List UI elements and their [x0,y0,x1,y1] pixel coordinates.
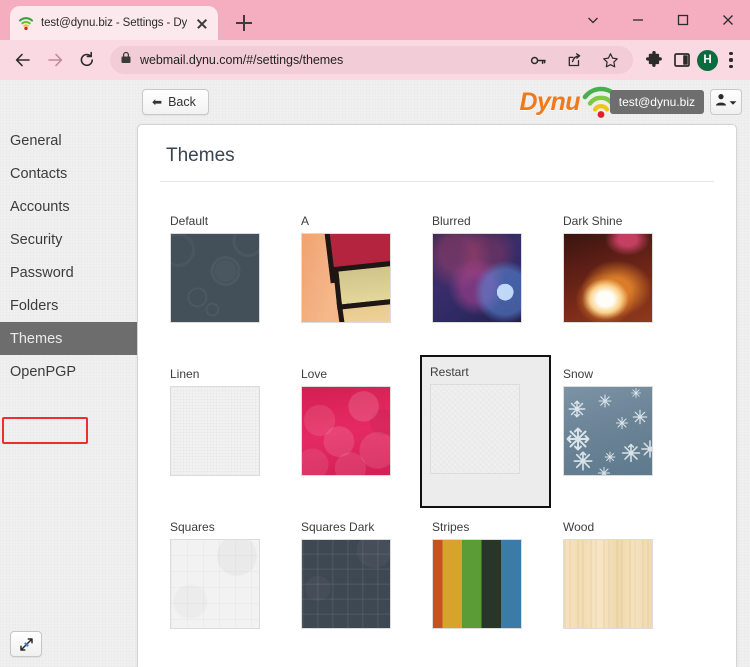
browser-tab[interactable]: test@dynu.biz - Settings - Dynu \ [10,6,218,40]
new-tab-button[interactable] [230,9,258,37]
sidebar-item-label: Folders [10,297,59,314]
lock-icon [120,51,132,69]
wifi-icon [18,15,34,31]
theme-label: A [301,214,310,228]
browser-toolbar: webmail.dynu.com/#/settings/themes H [0,40,750,80]
sidebar-item-password[interactable]: Password [0,256,137,289]
sidebar-item-contacts[interactable]: Contacts [0,157,137,190]
user-icon [715,93,727,111]
theme-thumbnail[interactable] [170,386,260,476]
user-menu-button[interactable] [710,89,742,115]
theme-option-squares-dark[interactable]: Squares Dark [291,510,422,663]
account-chip[interactable]: test@dynu.biz [609,90,704,114]
sidebar-item-security[interactable]: Security [0,223,137,256]
theme-thumbnail[interactable] [430,384,520,474]
sidebar-item-label: Accounts [10,198,70,215]
reload-icon[interactable] [72,45,102,75]
theme-thumbnail[interactable] [432,233,522,323]
theme-option-blurred[interactable]: Blurred [422,204,553,357]
theme-thumbnail[interactable] [301,386,391,476]
page-viewport: ⬅ Back Dynu test@dynu.biz General Contac… [0,80,750,667]
extensions-puzzle-icon[interactable] [641,47,667,73]
sidebar-item-label: Security [10,231,63,248]
sidebar-item-label: Password [10,264,74,281]
theme-option-snow[interactable]: Snow [553,357,684,510]
sidebar-item-openpgp[interactable]: OpenPGP [0,355,137,388]
omnibox-actions [525,47,623,73]
theme-thumbnail[interactable] [563,233,653,323]
back-button[interactable]: ⬅ Back [142,89,209,115]
themes-panel: Themes Default A Blurred Dark Shine Line… [137,124,737,667]
back-navigation-icon[interactable] [8,45,38,75]
theme-thumbnail[interactable] [432,539,522,629]
theme-label: Blurred [432,214,471,228]
theme-label: Wood [563,520,595,534]
brand-text: Dynu [519,87,581,116]
forward-navigation-icon[interactable] [40,45,70,75]
chevron-down-icon [729,93,737,111]
sidebar-item-label: Contacts [10,165,68,182]
sidebar-item-accounts[interactable]: Accounts [0,190,137,223]
sidebar-item-label: General [10,132,62,149]
window-controls [570,0,750,40]
share-icon[interactable] [561,47,587,73]
theme-label: Linen [170,367,200,381]
theme-label: Dark Shine [563,214,623,228]
theme-option-restart[interactable]: Restart [420,355,551,508]
theme-thumbnail[interactable] [563,386,653,476]
theme-thumbnail[interactable] [301,233,391,323]
theme-thumbnail[interactable] [170,539,260,629]
theme-option-love[interactable]: Love [291,357,422,510]
key-icon[interactable] [525,47,551,73]
back-button-label: Back [168,95,196,109]
brand-logo: Dynu [520,86,621,118]
themes-grid: Default A Blurred Dark Shine Linen Love … [138,182,736,663]
side-panel-icon[interactable] [669,47,695,73]
theme-thumbnail[interactable] [563,539,653,629]
theme-thumbnail[interactable] [170,233,260,323]
sidebar-item-label: OpenPGP [10,363,77,380]
settings-sidebar: General Contacts Accounts Security Passw… [0,124,137,667]
star-icon[interactable] [597,47,623,73]
profile-avatar[interactable]: H [697,49,718,71]
tab-close-icon[interactable] [194,15,210,31]
theme-option-a[interactable]: A [291,204,422,357]
address-bar[interactable]: webmail.dynu.com/#/settings/themes [110,46,633,74]
theme-option-default[interactable]: Default [160,204,291,357]
theme-label: Default [170,214,209,228]
account-email: test@dynu.biz [618,95,695,109]
sidebar-item-general[interactable]: General [0,124,137,157]
maximize-button[interactable] [660,0,705,40]
page-title: Themes [166,145,235,166]
tab-title: test@dynu.biz - Settings - Dynu \ [41,17,187,29]
close-window-button[interactable] [705,0,750,40]
theme-option-dark-shine[interactable]: Dark Shine [553,204,684,357]
tab-search-chevron-icon[interactable] [570,0,615,40]
thumbnail-shape [336,292,390,322]
theme-label: Restart [430,365,469,379]
sidebar-item-folders[interactable]: Folders [0,289,137,322]
snowflakes-decor [566,388,652,475]
app-header: ⬅ Back Dynu test@dynu.biz [0,80,750,124]
theme-label: Squares Dark [301,520,375,534]
theme-label: Love [301,367,328,381]
browser-window: test@dynu.biz - Settings - Dynu \ [0,0,750,667]
theme-option-stripes[interactable]: Stripes [422,510,553,663]
tab-strip: test@dynu.biz - Settings - Dynu \ [0,0,750,40]
minimize-button[interactable] [615,0,660,40]
theme-label: Snow [563,367,594,381]
url-text: webmail.dynu.com/#/settings/themes [140,53,344,67]
resize-diagonal-icon[interactable] [10,631,42,657]
arrow-left-icon: ⬅ [152,95,163,109]
theme-label: Stripes [432,520,470,534]
theme-option-linen[interactable]: Linen [160,357,291,510]
kebab-menu-icon[interactable] [720,47,742,73]
theme-label: Squares [170,520,215,534]
sidebar-item-themes[interactable]: Themes [0,322,137,355]
sidebar-item-label: Themes [10,330,63,347]
theme-option-wood[interactable]: Wood [553,510,684,663]
theme-thumbnail[interactable] [301,539,391,629]
theme-option-squares[interactable]: Squares [160,510,291,663]
